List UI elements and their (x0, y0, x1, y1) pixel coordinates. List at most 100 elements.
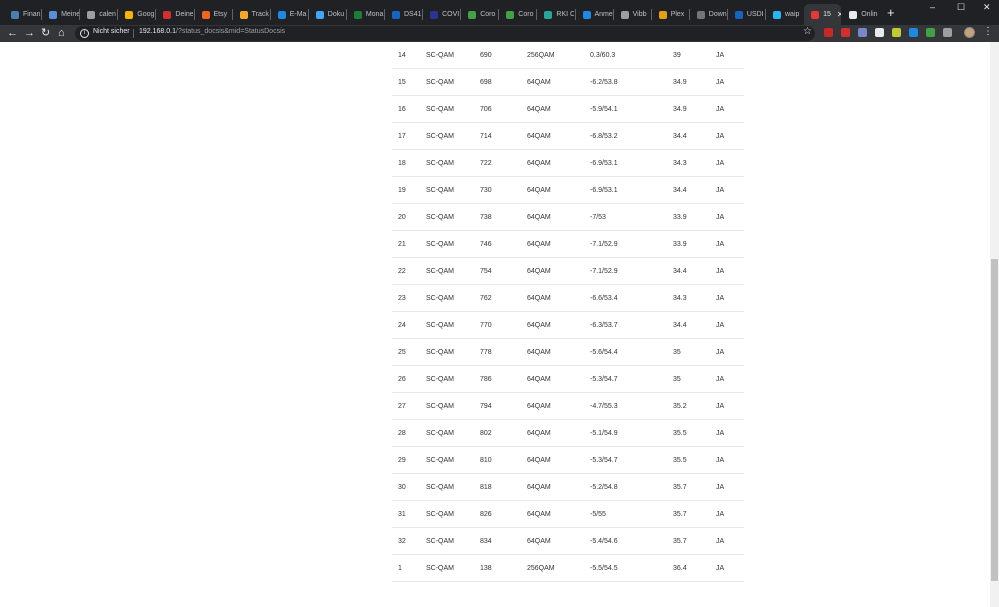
tab-separator (41, 9, 43, 20)
table-row: 32 SC-QAM 834 64QAM -5.4/54.6 35.7 JA (392, 528, 744, 555)
cell-channel-id: 24 (398, 322, 406, 329)
bookmark-star-icon[interactable]: ☆ (803, 26, 812, 37)
browser-tab[interactable]: Doku (309, 4, 346, 25)
cell-snr: 34.3 (673, 295, 687, 302)
tab-title: Anme (594, 11, 613, 18)
cell-locked-status: JA (716, 268, 725, 275)
cell-power-level: -6.2/53.8 (590, 79, 618, 86)
cell-frequency: 794 (480, 403, 492, 410)
tab-separator (650, 9, 652, 20)
cell-modulation: 64QAM (527, 376, 551, 383)
tab-separator (307, 9, 309, 20)
info-icon[interactable]: i (80, 29, 89, 38)
table-row: 25 SC-QAM 778 64QAM -5.6/54.4 35 JA (392, 339, 744, 366)
browser-tab[interactable]: Plex (652, 4, 689, 25)
extension-icon[interactable] (943, 28, 952, 37)
extension-icon[interactable] (892, 28, 901, 37)
browser-tab[interactable]: waip (766, 4, 803, 25)
tab-favicon-icon (544, 10, 553, 19)
scrollbar[interactable] (990, 42, 999, 607)
cell-power-level: -6.9/53.1 (590, 187, 618, 194)
minimize-button[interactable]: – (930, 2, 935, 12)
extension-icon[interactable] (841, 28, 850, 37)
url-divider (133, 29, 134, 38)
cell-frequency: 698 (480, 79, 492, 86)
new-tab-button[interactable]: + (887, 5, 895, 20)
browser-tab[interactable]: Coro (499, 4, 536, 25)
maximize-button[interactable]: ☐ (957, 2, 965, 13)
table-row: 26 SC-QAM 786 64QAM -5.3/54.7 35 JA (392, 366, 744, 393)
security-status-label: Nicht sicher (93, 28, 130, 35)
tab-title: Goog (137, 11, 155, 18)
cell-channel-id: 30 (398, 484, 406, 491)
home-button[interactable]: ⌂ (58, 26, 65, 41)
extension-icon[interactable] (909, 28, 918, 37)
cell-modulation: 64QAM (527, 187, 551, 194)
cell-locked-status: JA (716, 349, 725, 356)
tab-favicon-icon (353, 10, 362, 19)
cell-frequency: 818 (480, 484, 492, 491)
tab-favicon-icon (392, 10, 400, 19)
address-bar[interactable]: i Nicht sicher 192.168.0.1 /?status_docs… (75, 26, 815, 41)
cell-locked-status: JA (716, 214, 725, 221)
extension-icon[interactable] (858, 28, 867, 37)
cell-power-level: -4.7/55.3 (590, 403, 618, 410)
browser-tab[interactable]: Coro (461, 4, 498, 25)
tab-favicon-icon (506, 10, 515, 19)
cell-channel-type: SC-QAM (426, 133, 454, 140)
browser-tab[interactable]: Down (690, 4, 727, 25)
reload-button[interactable]: ↻ (41, 26, 50, 41)
browser-tab[interactable]: Anme (576, 4, 613, 25)
browser-tab[interactable]: USDI (728, 4, 765, 25)
cell-power-level: -7.1/52.9 (590, 241, 618, 248)
tab-favicon-icon (315, 10, 324, 19)
tab-title: Finan (23, 11, 41, 18)
table-row: 14 SC-QAM 690 256QAM 0.3/60.3 39 JA (392, 42, 744, 69)
tab-favicon-icon (773, 10, 781, 19)
menu-icon[interactable]: ⋮ (983, 26, 993, 37)
profile-avatar[interactable] (964, 27, 975, 38)
forward-button[interactable]: → (24, 26, 35, 41)
browser-tab[interactable]: Deine (156, 4, 193, 25)
tab-title: DS41 (404, 11, 422, 18)
browser-tab[interactable]: Finan (4, 4, 41, 25)
cell-modulation: 64QAM (527, 322, 551, 329)
tab-close-icon[interactable]: ✕ (837, 10, 841, 19)
browser-tab[interactable]: calen (80, 4, 117, 25)
browser-tab[interactable]: 15 ✕ (804, 4, 842, 25)
tab-separator (574, 9, 576, 20)
browser-tab[interactable]: DS41 (385, 4, 422, 25)
browser-tab[interactable]: Mona (347, 4, 384, 25)
cell-locked-status: JA (716, 403, 725, 410)
tab-favicon-icon (11, 10, 19, 19)
browser-tab[interactable]: Track (233, 4, 270, 25)
scrollbar-thumb[interactable] (991, 259, 998, 581)
cell-locked-status: JA (716, 484, 725, 491)
tab-separator (460, 9, 462, 20)
cell-snr: 39 (673, 52, 681, 59)
window-close-button[interactable]: ✕ (983, 2, 991, 13)
extension-icon[interactable] (824, 28, 833, 37)
browser-tab[interactable]: E-Ma (271, 4, 308, 25)
browser-tab[interactable]: Vibb (614, 4, 651, 25)
tab-separator (726, 9, 728, 20)
browser-tab[interactable]: Onlin (842, 4, 879, 25)
extension-icon[interactable] (875, 28, 884, 37)
browser-tab[interactable]: COVI (423, 4, 460, 25)
tab-strip: + – ☐ ✕ Finan Meine calen Goog Deine Etsy Trac… (0, 0, 999, 25)
browser-tab[interactable]: RKI C (537, 4, 574, 25)
tab-title: Etsy (213, 11, 228, 18)
browser-tab[interactable]: Meine (42, 4, 79, 25)
table-row: 1 SC-QAM 138 256QAM -5.5/54.5 36.4 JA (392, 555, 744, 582)
cell-snr: 34.4 (673, 133, 687, 140)
back-button[interactable]: ← (7, 26, 18, 41)
extension-icon[interactable] (926, 28, 935, 37)
cell-modulation: 64QAM (527, 214, 551, 221)
cell-locked-status: JA (716, 106, 725, 113)
browser-tab[interactable]: Goog (118, 4, 155, 25)
tab-favicon-icon (468, 10, 477, 19)
browser-tab[interactable]: Etsy (195, 4, 232, 25)
cell-channel-type: SC-QAM (426, 160, 454, 167)
cell-channel-type: SC-QAM (426, 403, 454, 410)
table-row: 18 SC-QAM 722 64QAM -6.9/53.1 34.3 JA (392, 150, 744, 177)
